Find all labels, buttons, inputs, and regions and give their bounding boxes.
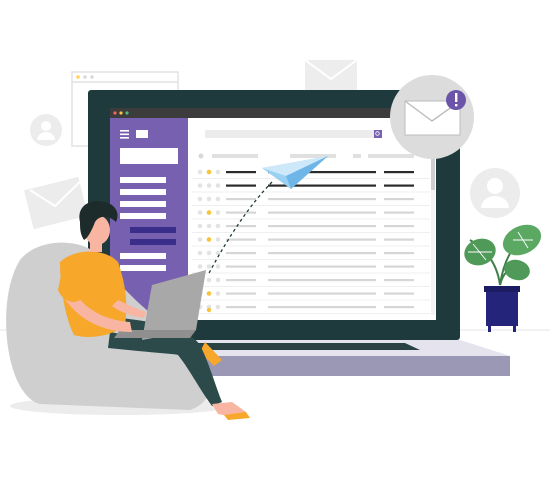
mail-toolbar bbox=[198, 153, 414, 159]
row-date bbox=[384, 184, 414, 187]
sidebar-item[interactable] bbox=[120, 213, 166, 219]
row-date bbox=[384, 306, 414, 309]
sidebar-item[interactable] bbox=[120, 177, 166, 183]
row-checkbox[interactable] bbox=[197, 210, 203, 215]
envelope-icon bbox=[304, 59, 358, 90]
menu-icon[interactable] bbox=[120, 130, 129, 139]
sidebar-item-selected[interactable] bbox=[130, 239, 176, 245]
row-subject bbox=[268, 225, 376, 228]
row-checkbox[interactable] bbox=[197, 237, 203, 242]
row-subject bbox=[268, 279, 376, 282]
search-input[interactable] bbox=[205, 130, 382, 138]
row-checkbox[interactable] bbox=[197, 196, 203, 202]
row-checkbox[interactable] bbox=[197, 183, 203, 188]
row-flag[interactable] bbox=[215, 291, 221, 296]
row-flag[interactable] bbox=[215, 183, 221, 188]
alert-icon bbox=[446, 90, 466, 110]
sidebar-item[interactable] bbox=[120, 189, 166, 195]
user-avatar-icon bbox=[30, 114, 62, 146]
row-date bbox=[384, 252, 414, 255]
row-checkbox[interactable] bbox=[197, 169, 203, 175]
row-flag[interactable] bbox=[215, 210, 221, 215]
row-checkbox[interactable] bbox=[197, 264, 203, 269]
row-subject bbox=[268, 292, 376, 295]
star-icon[interactable] bbox=[206, 291, 212, 296]
star-icon[interactable] bbox=[206, 196, 212, 202]
row-subject bbox=[268, 211, 376, 214]
user-avatar-icon bbox=[470, 168, 520, 218]
sidebar-item[interactable] bbox=[120, 201, 166, 207]
sparkle-dot bbox=[206, 307, 212, 313]
row-sender bbox=[226, 252, 256, 255]
sidebar-item-selected[interactable] bbox=[130, 227, 176, 233]
row-date bbox=[384, 238, 414, 241]
row-flag[interactable] bbox=[215, 264, 221, 269]
row-flag[interactable] bbox=[215, 277, 221, 283]
row-subject bbox=[268, 265, 376, 268]
row-flag[interactable] bbox=[215, 304, 221, 310]
row-flag[interactable] bbox=[215, 237, 221, 242]
plant-icon bbox=[464, 224, 542, 332]
row-checkbox[interactable] bbox=[197, 250, 203, 256]
envelope-icon bbox=[23, 176, 89, 230]
row-sender bbox=[226, 279, 256, 282]
select-all-checkbox[interactable] bbox=[198, 153, 204, 159]
row-subject bbox=[268, 198, 376, 201]
sidebar-logo bbox=[136, 130, 148, 138]
compose-button[interactable] bbox=[120, 148, 178, 164]
row-flag[interactable] bbox=[215, 196, 221, 202]
star-icon[interactable] bbox=[206, 250, 212, 256]
row-date bbox=[384, 279, 414, 282]
email-marketing-illustration bbox=[0, 59, 550, 420]
star-icon[interactable] bbox=[206, 183, 212, 188]
row-date bbox=[384, 171, 414, 174]
row-sender bbox=[226, 171, 256, 174]
star-icon[interactable] bbox=[206, 210, 212, 215]
window-maximize-dot[interactable] bbox=[125, 111, 129, 115]
row-sender bbox=[226, 238, 256, 241]
star-icon[interactable] bbox=[206, 277, 212, 283]
row-sender bbox=[226, 198, 256, 201]
star-icon[interactable] bbox=[206, 237, 212, 242]
star-icon[interactable] bbox=[206, 223, 212, 229]
row-subject bbox=[268, 306, 376, 309]
new-mail-notification bbox=[390, 75, 474, 159]
row-sender bbox=[226, 292, 256, 295]
star-icon[interactable] bbox=[206, 264, 212, 269]
plant-pot bbox=[486, 288, 518, 326]
window-close-dot[interactable] bbox=[113, 111, 117, 115]
row-sender bbox=[226, 211, 256, 214]
row-sender bbox=[226, 306, 256, 309]
row-checkbox[interactable] bbox=[197, 223, 203, 229]
row-flag[interactable] bbox=[215, 223, 221, 229]
sidebar-item[interactable] bbox=[120, 265, 166, 271]
row-flag[interactable] bbox=[215, 169, 221, 175]
row-sender bbox=[226, 184, 256, 187]
row-subject bbox=[268, 238, 376, 241]
window-title-bar bbox=[110, 108, 436, 118]
row-date bbox=[384, 225, 414, 228]
row-sender bbox=[226, 265, 256, 268]
row-subject bbox=[268, 252, 376, 255]
row-date bbox=[384, 211, 414, 214]
sidebar-item[interactable] bbox=[120, 253, 166, 259]
row-subject bbox=[268, 184, 376, 187]
row-date bbox=[384, 265, 414, 268]
star-icon[interactable] bbox=[206, 169, 212, 175]
search-icon[interactable] bbox=[374, 130, 382, 138]
row-date bbox=[384, 198, 414, 201]
window-minimize-dot[interactable] bbox=[119, 111, 123, 115]
row-sender bbox=[226, 225, 256, 228]
row-date bbox=[384, 292, 414, 295]
